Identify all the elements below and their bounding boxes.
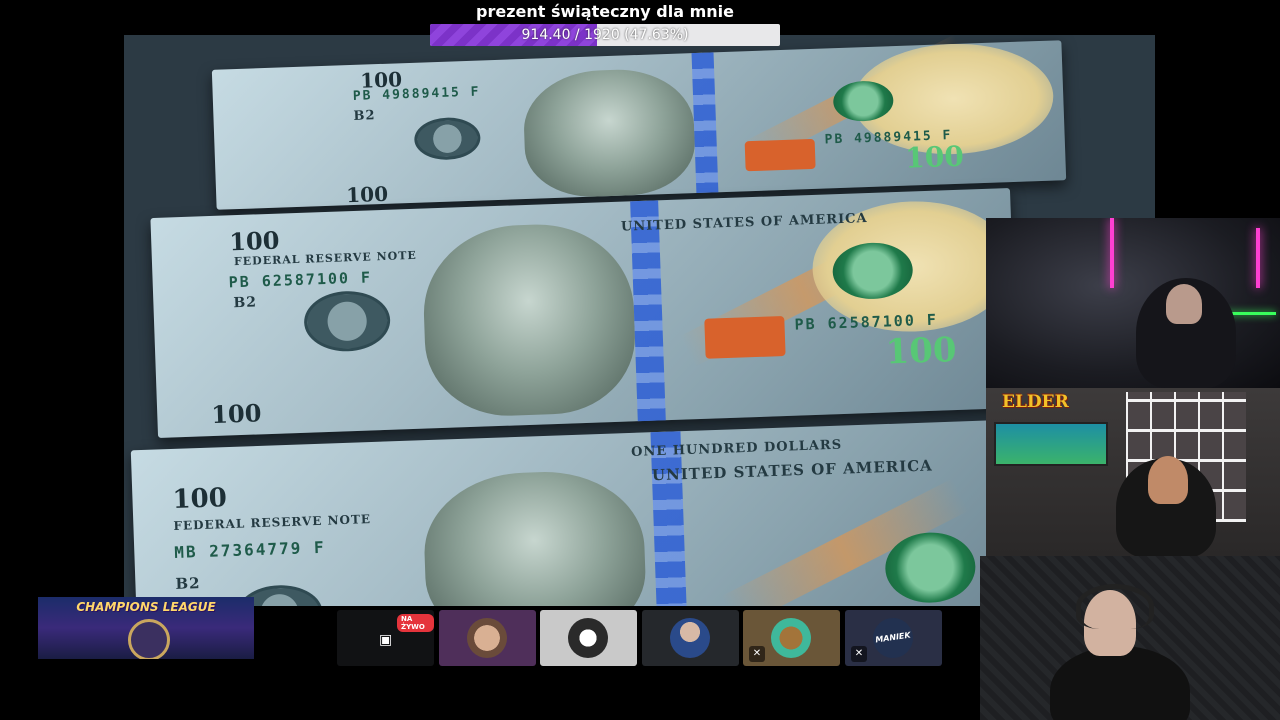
neon-light [1110,218,1114,288]
participant-avatar-name: MANIEK [870,615,916,661]
champions-league-thumbnail[interactable]: CHAMPIONS LEAGUE [38,597,254,659]
screen-share-icon: ▣ [379,632,393,648]
serial-number: MB 27364779 F [174,537,326,562]
stream-canvas: 100 100 100 PB 49889415 F PB 49889415 F … [0,0,1280,720]
participant-tile[interactable] [540,610,637,666]
banknote: 100 100 100 FEDERAL RESERVE NOTE UNITED … [150,188,1018,438]
webcam-feed-1[interactable] [986,218,1280,388]
banknote: 100 FEDERAL RESERVE NOTE ONE HUNDRED DOL… [130,419,1018,606]
muted-mic-icon: ✕ [851,646,867,662]
denomination-label: 100 [210,398,262,430]
streamer-silhouette [1050,646,1190,720]
thumbnail-title: CHAMPIONS LEAGUE [76,600,216,614]
goal-title: prezent świąteczny dla mnie [476,2,734,21]
denomination-label: 100 [884,330,958,373]
live-badge: NA ŻYWO [397,614,434,632]
seal-label: B2 [233,294,258,312]
liberty-bell-icon [704,316,786,359]
portrait [522,67,697,199]
avatar-car-icon [568,618,608,658]
portrait [421,468,648,606]
portrait [420,221,638,419]
neon-light [1256,228,1260,288]
avatar-face-icon [467,618,507,658]
elder-logo: ELDER [1002,392,1069,412]
reserve-seal [413,116,482,161]
muted-mic-icon: ✕ [749,646,765,662]
participant-tile[interactable] [642,610,739,666]
seal-label: B2 [353,108,376,124]
participant-tile[interactable]: MANIEK ✕ [845,610,942,666]
note-header: FEDERAL RESERVE NOTE [173,512,372,533]
goal-progress-bar: 914.40 / 1920 (47.63%) [430,24,780,46]
denomination-label: 100 [228,225,280,257]
goal-progress-text: 914.40 / 1920 (47.63%) [521,27,689,43]
avatar-pixel-icon [771,618,811,658]
streamer-face [1166,284,1202,324]
streamer-face [1148,456,1188,504]
liberty-bell-icon [744,138,816,172]
reserve-seal [303,289,392,353]
avatar-person-icon [670,618,710,658]
serial-number: PB 49889415 F [352,84,481,104]
security-ribbon [691,52,719,194]
participant-tile[interactable] [439,610,536,666]
trophy-icon [128,619,170,659]
headphones-icon [1076,584,1154,629]
country-name: UNITED STATES OF AMERICA [651,456,934,485]
participant-tile[interactable]: ✕ [743,610,840,666]
banknote: 100 100 100 PB 49889415 F PB 49889415 F … [211,35,1067,210]
serial-number: PB 62587100 F [228,268,373,292]
participant-tile-screen[interactable]: NA ŻYWO ▣ [337,610,434,666]
aquarium [994,422,1108,466]
denomination-label: 100 [172,483,228,515]
webcam-feed-2[interactable]: ELDER [986,388,1280,556]
denomination-label: 100 [345,181,389,208]
denomination-label: 100 [904,139,965,175]
seal-label: B2 [175,574,201,593]
denomination-seal [884,531,977,605]
webcam-feed-3[interactable] [980,556,1280,720]
